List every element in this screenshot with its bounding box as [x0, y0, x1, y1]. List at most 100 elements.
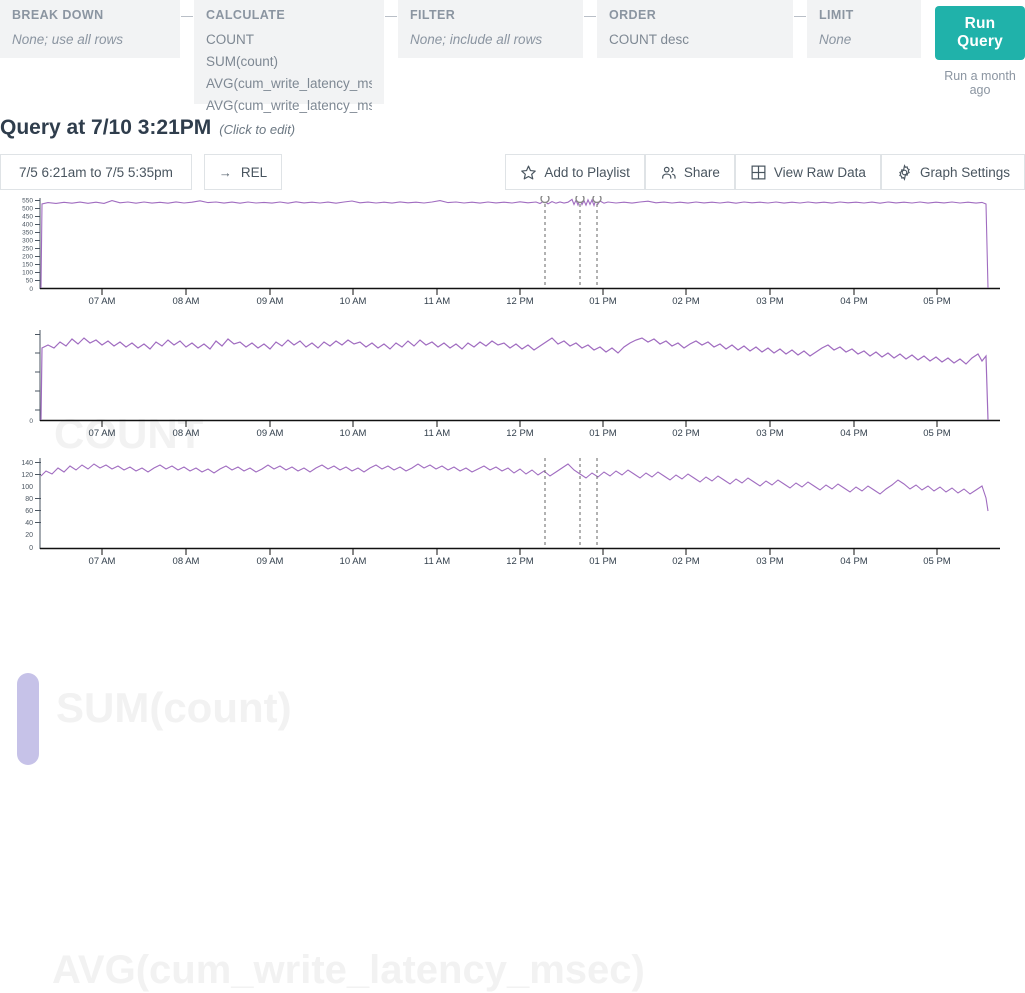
view-raw-data-label: View Raw Data [773, 164, 866, 180]
arrow-right-icon: → [218, 164, 232, 180]
svg-text:450: 450 [22, 214, 33, 221]
time-range-button[interactable]: 7/5 6:21am to 7/5 5:35pm [0, 154, 192, 190]
svg-text:10 AM: 10 AM [340, 296, 367, 307]
rel-label: REL [240, 164, 268, 180]
svg-text:11 AM: 11 AM [424, 296, 450, 307]
chart-sum-line [40, 337, 989, 421]
svg-text:500: 500 [22, 206, 33, 213]
order-panel[interactable]: ORDER COUNT desc [597, 0, 793, 58]
limit-value: None [819, 32, 852, 47]
calculate-item-1: SUM(count) [206, 53, 279, 69]
run-query-button[interactable]: Run Query [935, 6, 1025, 60]
svg-text:200: 200 [22, 254, 33, 261]
svg-text:12 PM: 12 PM [506, 428, 534, 439]
svg-text:12 PM: 12 PM [506, 296, 534, 307]
svg-text:0: 0 [29, 545, 33, 552]
time-range-label: 7/5 6:21am to 7/5 5:35pm [19, 164, 173, 180]
panel-group-limit: LIMIT None [807, 0, 921, 58]
svg-text:07 AM: 07 AM [89, 296, 116, 307]
view-raw-data-button[interactable]: View Raw Data [734, 154, 881, 190]
people-icon [660, 164, 677, 181]
svg-text:60: 60 [25, 508, 33, 515]
svg-text:250: 250 [22, 246, 33, 253]
panel-group-calculate: CALCULATE COUNT SUM(count) AVG(cum_write… [194, 0, 398, 113]
query-builder: BREAK DOWN None; use all rows CALCULATE … [0, 0, 1025, 113]
order-value: COUNT desc [609, 32, 690, 47]
filter-panel[interactable]: FILTER None; include all rows [398, 0, 583, 58]
svg-text:12 PM: 12 PM [506, 556, 534, 567]
svg-text:07 AM: 07 AM [89, 556, 116, 567]
svg-text:80: 80 [25, 496, 33, 503]
svg-text:05 PM: 05 PM [923, 556, 951, 567]
page-title-row: Query at 7/10 3:21PM (Click to edit) [0, 110, 1025, 140]
run-status-text: Run a month ago [944, 69, 1016, 97]
chart-avg-latency[interactable]: AVG(cum_write_latency_msec) 140 120 100 80… [0, 456, 1025, 992]
svg-text:550: 550 [22, 198, 33, 205]
calculate-item-2: AVG(cum_write_latency_msec) [206, 75, 372, 91]
svg-text:150: 150 [22, 262, 33, 269]
breakdown-panel[interactable]: BREAK DOWN None; use all rows [0, 0, 180, 58]
svg-text:120: 120 [21, 472, 33, 479]
add-to-playlist-label: Add to Playlist [544, 164, 630, 180]
svg-text:08 AM: 08 AM [173, 556, 200, 567]
chart-count-markers [540, 196, 602, 288]
svg-text:02 PM: 02 PM [672, 296, 700, 307]
svg-text:10 AM: 10 AM [340, 428, 367, 439]
calculate-panel[interactable]: CALCULATE COUNT SUM(count) AVG(cum_write… [194, 0, 384, 113]
svg-text:350: 350 [22, 230, 33, 237]
svg-text:140: 140 [21, 460, 33, 467]
run-query-column: Run Query Run a month ago [935, 0, 1025, 97]
panel-separator [180, 0, 194, 58]
panel-separator [384, 0, 398, 58]
svg-text:05 PM: 05 PM [923, 428, 951, 439]
svg-text:10 AM: 10 AM [340, 556, 367, 567]
range-selection-overlay[interactable] [17, 673, 39, 765]
star-icon [520, 164, 537, 181]
share-button[interactable]: Share [644, 154, 735, 190]
gear-icon [896, 163, 913, 181]
svg-text:02 PM: 02 PM [672, 556, 700, 567]
limit-title: LIMIT [819, 8, 854, 22]
svg-text:0: 0 [29, 286, 33, 293]
chart-avg-watermark: AVG(cum_write_latency_msec) [52, 948, 645, 992]
grid-icon [750, 164, 767, 181]
chart-count-line [40, 197, 989, 289]
panel-separator [793, 0, 807, 58]
limit-panel[interactable]: LIMIT None [807, 0, 921, 58]
svg-text:03 PM: 03 PM [756, 556, 784, 567]
calculate-item-3: AVG(cum_write_latency_msec, [206, 97, 372, 113]
svg-text:07 AM: 07 AM [89, 428, 116, 439]
svg-text:100: 100 [22, 270, 33, 277]
chart-toolbar: 7/5 6:21am to 7/5 5:35pm → REL Add to Pl… [0, 154, 1025, 190]
graph-settings-button[interactable]: Graph Settings [880, 154, 1025, 190]
chart-avg-svg[interactable]: 140120 10080 6040 200 07 AM 08 AM 09 AM … [0, 456, 1025, 576]
svg-text:400: 400 [22, 222, 33, 229]
rel-toggle-button[interactable]: → REL [203, 154, 283, 190]
svg-text:11 AM: 11 AM [424, 556, 450, 567]
svg-text:100: 100 [21, 484, 33, 491]
chart-count[interactable]: COUNT 550 500 450 400 350 300 250 200 150 100… [0, 196, 1025, 457]
svg-text:01 PM: 01 PM [589, 428, 617, 439]
breakdown-value: None; use all rows [12, 32, 124, 47]
filter-title: FILTER [410, 8, 456, 22]
svg-text:09 AM: 09 AM [257, 556, 284, 567]
panel-group-order: ORDER COUNT desc [597, 0, 807, 58]
svg-text:03 PM: 03 PM [756, 428, 784, 439]
svg-text:01 PM: 01 PM [589, 296, 617, 307]
svg-text:04 PM: 04 PM [840, 428, 868, 439]
svg-text:20: 20 [25, 532, 33, 539]
chart-sum[interactable]: SUM(count) 0 07 AM 08 AM 09 AM 10 AM 11 AM… [0, 328, 1025, 765]
page-title[interactable]: Query at 7/10 3:21PM [0, 116, 211, 140]
chart-sum-svg[interactable]: 0 07 AM 08 AM 09 AM 10 AM 11 AM 12 PM 01 PM… [0, 328, 1025, 448]
chart-count-svg[interactable]: 550500 450400 350300 250200 150100 500 0… [0, 196, 1025, 316]
svg-text:50: 50 [26, 278, 34, 285]
svg-text:300: 300 [22, 238, 33, 245]
svg-text:01 PM: 01 PM [589, 556, 617, 567]
calculate-item-0: COUNT [206, 32, 254, 47]
svg-text:02 PM: 02 PM [672, 428, 700, 439]
svg-text:05 PM: 05 PM [923, 296, 951, 307]
svg-text:09 AM: 09 AM [257, 428, 284, 439]
chart-avg-line [40, 463, 989, 512]
add-to-playlist-button[interactable]: Add to Playlist [505, 154, 645, 190]
chart-avg-markers [544, 458, 598, 548]
